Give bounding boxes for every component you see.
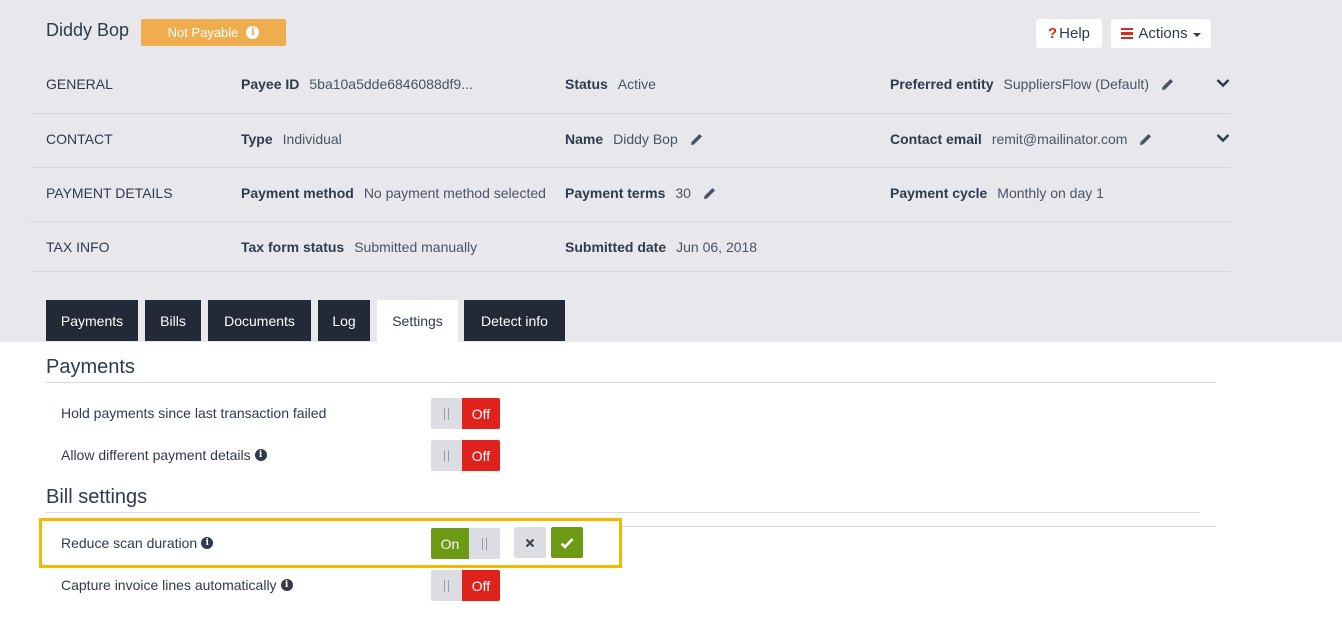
- hold-payments-toggle[interactable]: Off: [431, 398, 500, 429]
- tab-documents[interactable]: Documents: [208, 300, 311, 341]
- toggle-state: Off: [462, 398, 500, 429]
- tab-settings[interactable]: Settings: [377, 300, 458, 342]
- allow-different-payment-details-toggle[interactable]: Off: [431, 440, 500, 471]
- field-value: No payment method selected: [363, 185, 546, 201]
- tab-log[interactable]: Log: [318, 300, 370, 341]
- tax-info-row: TAX INFO Tax form status Submitted manua…: [31, 222, 1231, 272]
- confirm-button[interactable]: [551, 527, 583, 558]
- field-value: Monthly on day 1: [997, 185, 1104, 201]
- tab-detect-info[interactable]: Detect info: [464, 300, 565, 341]
- section-divider: [622, 526, 1216, 527]
- field-value: Jun 06, 2018: [676, 239, 758, 255]
- help-button-label: Help: [1059, 25, 1091, 42]
- setting-label-text: Reduce scan duration: [61, 535, 198, 551]
- setting-label-text: Allow different payment details: [61, 447, 251, 463]
- caret-down-icon: [1192, 33, 1201, 37]
- setting-label-text: Hold payments since last transaction fai…: [61, 405, 327, 421]
- field-value: remit@mailinator.com: [991, 131, 1128, 147]
- field-value: Diddy Bop: [613, 131, 678, 147]
- chevron-down-icon[interactable]: [1216, 133, 1230, 143]
- capture-invoice-lines-toggle[interactable]: Off: [431, 570, 500, 601]
- field-label: Tax form status: [241, 239, 345, 255]
- contact-email-field: Contact email remit@mailinator.com: [890, 131, 1153, 147]
- payee-name: Diddy Bop: [46, 20, 130, 40]
- payee-id-field: Payee ID 5ba10a5dde6846088df9...: [241, 76, 473, 92]
- field-label: Submitted date: [565, 239, 667, 255]
- reduce-scan-duration-label: Reduce scan duration i: [61, 535, 214, 551]
- bill-settings-section-title: Bill settings: [46, 486, 148, 508]
- field-label: Preferred entity: [890, 76, 994, 92]
- field-value: SuppliersFlow (Default): [1003, 76, 1149, 92]
- status-field: Status Active: [565, 76, 656, 92]
- contact-row: CONTACT Type Individual Name Diddy Bop C…: [31, 114, 1231, 168]
- field-value: Submitted manually: [354, 239, 478, 255]
- section-divider: [46, 382, 1216, 383]
- toggle-handle: [431, 440, 462, 471]
- toggle-handle: [469, 528, 500, 559]
- field-label: Type: [241, 131, 273, 147]
- toggle-state: Off: [462, 440, 500, 471]
- tab-bills[interactable]: Bills: [145, 300, 201, 341]
- section-divider: [46, 512, 1200, 513]
- hold-payments-label: Hold payments since last transaction fai…: [61, 405, 326, 421]
- payments-section-title: Payments: [46, 356, 135, 378]
- payment-terms-field: Payment terms 30: [565, 185, 717, 201]
- cancel-button[interactable]: [514, 527, 546, 558]
- name-field: Name Diddy Bop: [565, 131, 704, 147]
- general-row: GENERAL Payee ID 5ba10a5dde6846088df9...…: [31, 60, 1231, 114]
- pencil-icon[interactable]: [1139, 132, 1153, 146]
- question-mark-icon: ?: [1047, 25, 1058, 42]
- help-button[interactable]: ? Help: [1036, 19, 1102, 48]
- info-icon[interactable]: i: [246, 26, 260, 39]
- toggle-handle: [431, 570, 462, 601]
- field-label: Payment terms: [565, 185, 666, 201]
- info-icon[interactable]: i: [280, 579, 293, 591]
- field-value: 30: [675, 185, 691, 201]
- setting-label-text: Capture invoice lines automatically: [61, 577, 277, 593]
- preferred-entity-field: Preferred entity SuppliersFlow (Default): [890, 76, 1175, 92]
- capture-invoice-lines-label: Capture invoice lines automatically i: [61, 577, 293, 593]
- section-label-payment-details: PAYMENT DETAILS: [46, 185, 173, 201]
- field-value: 5ba10a5dde6846088df9...: [309, 76, 473, 92]
- check-icon: [560, 537, 574, 549]
- field-value: Individual: [282, 131, 342, 147]
- field-value: Active: [617, 76, 656, 92]
- reduce-scan-duration-toggle[interactable]: On: [431, 528, 500, 559]
- field-label: Payment method: [241, 185, 354, 201]
- toggle-state: On: [431, 528, 469, 559]
- status-badge-label: Not Payable: [167, 25, 239, 40]
- section-label-contact: CONTACT: [46, 131, 113, 147]
- status-badge[interactable]: Not Payable i: [141, 19, 286, 46]
- tax-form-status-field: Tax form status Submitted manually: [241, 239, 477, 255]
- pencil-icon[interactable]: [690, 132, 704, 146]
- field-label: Payee ID: [241, 76, 300, 92]
- submitted-date-field: Submitted date Jun 06, 2018: [565, 239, 757, 255]
- close-icon: [525, 538, 535, 547]
- toggle-handle: [431, 398, 462, 429]
- type-field: Type Individual: [241, 131, 342, 147]
- info-icon[interactable]: i: [254, 449, 267, 461]
- payment-cycle-field: Payment cycle Monthly on day 1: [890, 185, 1104, 201]
- payment-details-row: PAYMENT DETAILS Payment method No paymen…: [31, 168, 1231, 222]
- pencil-icon[interactable]: [1161, 77, 1175, 91]
- chevron-down-icon[interactable]: [1216, 78, 1230, 88]
- field-label: Name: [565, 131, 604, 147]
- allow-different-payment-details-label: Allow different payment details i: [61, 447, 267, 463]
- pencil-icon[interactable]: [703, 186, 717, 200]
- toggle-state: Off: [462, 570, 500, 601]
- field-label: Payment cycle: [890, 185, 988, 201]
- menu-icon: [1121, 27, 1134, 40]
- tab-payments[interactable]: Payments: [46, 300, 138, 341]
- field-label: Status: [565, 76, 608, 92]
- actions-button-label: Actions: [1138, 25, 1188, 42]
- info-icon[interactable]: i: [201, 537, 214, 549]
- section-label-general: GENERAL: [46, 76, 113, 92]
- field-label: Contact email: [890, 131, 982, 147]
- payment-method-field: Payment method No payment method selecte…: [241, 185, 546, 201]
- section-label-tax-info: TAX INFO: [46, 239, 110, 255]
- actions-button[interactable]: Actions: [1111, 19, 1211, 48]
